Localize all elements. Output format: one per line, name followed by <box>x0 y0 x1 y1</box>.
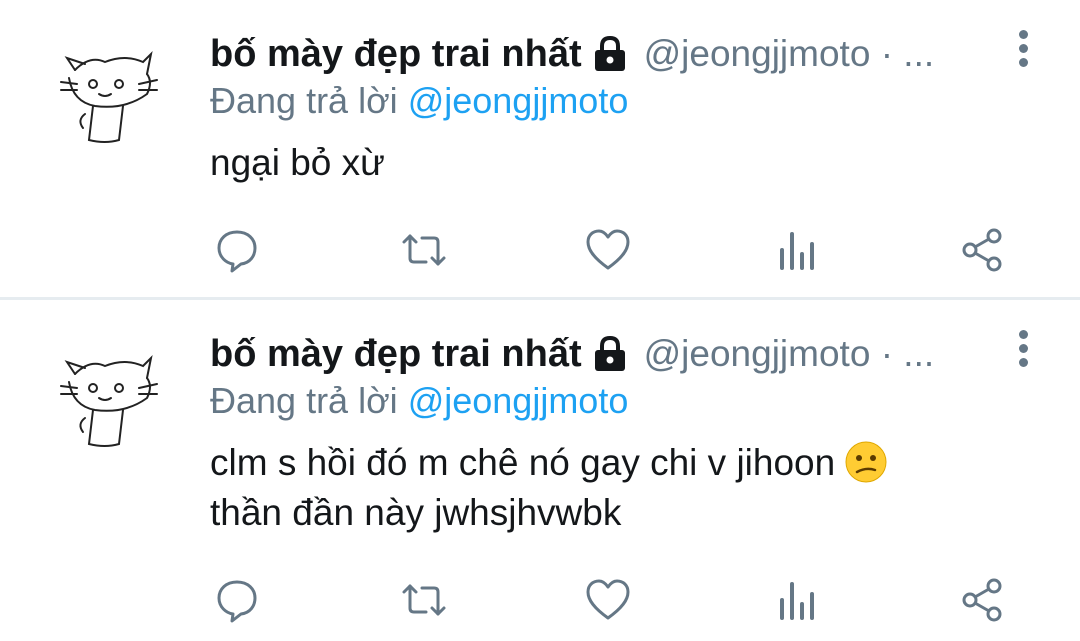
more-vertical-icon[interactable] <box>1016 330 1030 370</box>
reply-mention[interactable]: @jeongjjmoto <box>408 80 629 121</box>
retweet-button[interactable] <box>394 570 454 630</box>
share-button[interactable] <box>952 220 1012 280</box>
retweet-icon <box>402 584 446 616</box>
avatar[interactable] <box>55 40 165 150</box>
reply-icon <box>217 580 257 623</box>
tweet-text-line: clm s hồi đó m chê nó gay chi v jihoon <box>210 438 887 488</box>
more-vertical-icon[interactable] <box>1016 30 1030 70</box>
reply-mention[interactable]: @jeongjjmoto <box>408 380 629 421</box>
tweet-2[interactable]: bố mày đẹp trai nhất @jeongjjmoto · ... … <box>0 300 1080 641</box>
like-button[interactable] <box>578 220 638 280</box>
lock-icon <box>594 35 625 71</box>
handle[interactable]: @jeongjjmoto · ... <box>644 333 935 375</box>
tweet-header: bố mày đẹp trai nhất @jeongjjmoto · ... <box>210 30 934 78</box>
reply-button[interactable] <box>207 220 267 280</box>
tweet-actions <box>0 570 1080 630</box>
avatar[interactable] <box>55 344 165 454</box>
reply-prefix: Đang trả lời <box>210 380 408 421</box>
like-button[interactable] <box>578 570 638 630</box>
share-button[interactable] <box>952 570 1012 630</box>
reply-button[interactable] <box>207 570 267 630</box>
analytics-icon <box>780 582 814 620</box>
reply-icon <box>217 230 257 273</box>
heart-icon <box>586 579 630 620</box>
tweet-text-line-1: clm s hồi đó m chê nó gay chi v jihoon <box>210 442 836 483</box>
share-icon <box>962 578 1002 622</box>
analytics-button[interactable] <box>766 220 826 280</box>
replying-to: Đang trả lời @jeongjjmoto <box>210 80 628 122</box>
heart-icon <box>586 229 630 270</box>
retweet-icon <box>402 234 446 266</box>
tweet-text: ngại bỏ xừ <box>210 138 385 188</box>
analytics-button[interactable] <box>766 570 826 630</box>
analytics-icon <box>780 232 814 270</box>
tweet-text-line-2: thần đần này jwhsjhvwbk <box>210 492 622 533</box>
lock-icon <box>594 335 625 371</box>
display-name[interactable]: bố mày đẹp trai nhất <box>210 33 582 76</box>
confused-face-icon <box>845 441 887 483</box>
retweet-button[interactable] <box>394 220 454 280</box>
tweet-text-line: ngại bỏ xừ <box>210 142 385 183</box>
display-name[interactable]: bố mày đẹp trai nhất <box>210 333 582 376</box>
tweet-header: bố mày đẹp trai nhất @jeongjjmoto · ... <box>210 330 934 378</box>
tweet-1[interactable]: bố mày đẹp trai nhất @jeongjjmoto · ... … <box>0 0 1080 297</box>
reply-prefix: Đang trả lời <box>210 80 408 121</box>
tweet-text: clm s hồi đó m chê nó gay chi v jihoon t… <box>210 438 887 538</box>
handle[interactable]: @jeongjjmoto · ... <box>644 33 935 75</box>
share-icon <box>962 228 1002 272</box>
replying-to: Đang trả lời @jeongjjmoto <box>210 380 628 422</box>
tweet-actions <box>0 220 1080 280</box>
